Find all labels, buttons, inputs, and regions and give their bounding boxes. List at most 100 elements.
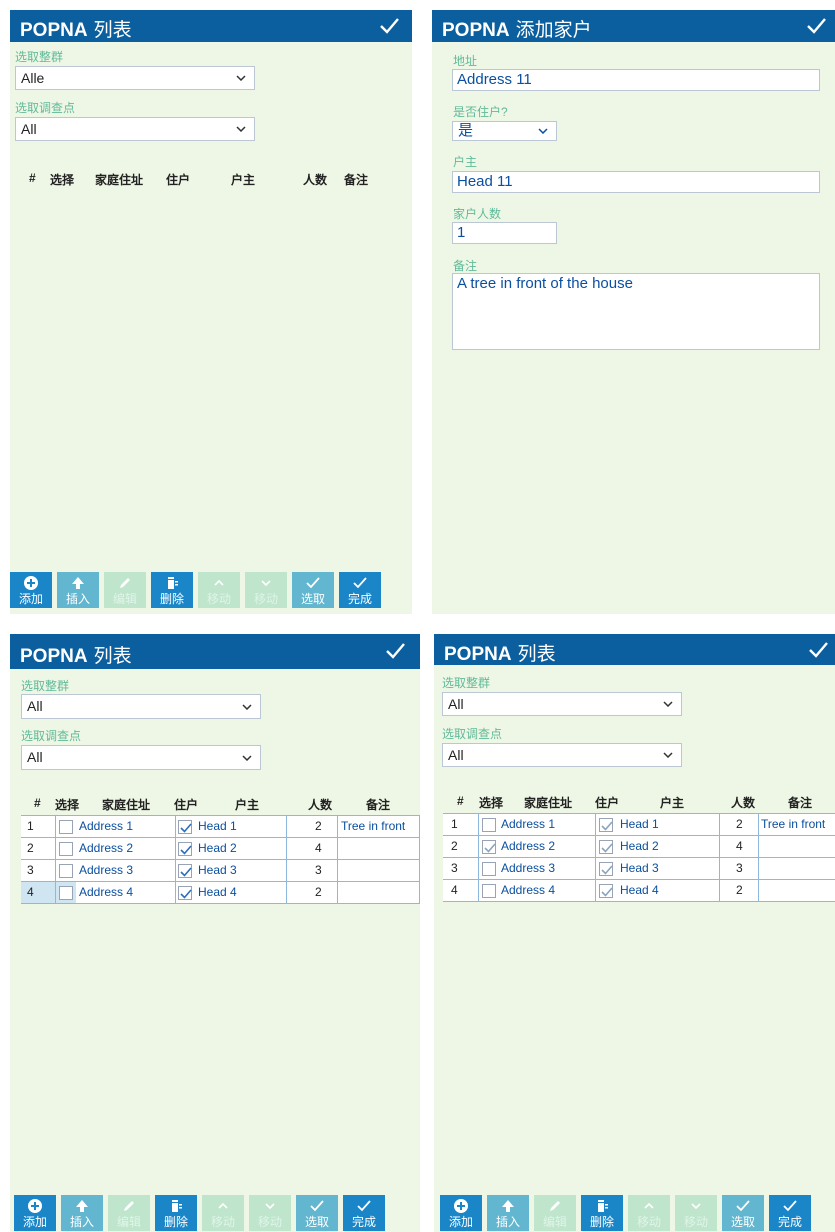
app-header: POPNA 列表 bbox=[10, 10, 412, 42]
resident-checkbox[interactable] bbox=[599, 862, 613, 876]
save-check-icon[interactable] bbox=[805, 15, 827, 37]
select-checkbox[interactable] bbox=[482, 884, 496, 898]
cluster-select-value: Alle bbox=[21, 70, 45, 86]
add-button-label: 添加 bbox=[22, 1215, 47, 1229]
page-title: POPNA 列表 bbox=[20, 20, 132, 41]
delete-button[interactable]: 删除 bbox=[581, 1195, 623, 1231]
confirm-check-icon[interactable] bbox=[378, 15, 400, 37]
select-checkbox[interactable] bbox=[59, 864, 73, 878]
col-select: 选择 bbox=[55, 798, 80, 812]
table-row[interactable]: 1 Address 1 Head 1 2 Tree in front bbox=[443, 814, 835, 836]
row-head: Head 4 bbox=[620, 883, 659, 897]
move-down-button-label: 移动 bbox=[683, 1215, 708, 1229]
move-up-button[interactable]: 移动 bbox=[628, 1195, 670, 1231]
add-button[interactable]: 添加 bbox=[440, 1195, 482, 1231]
resident-checkbox[interactable] bbox=[178, 820, 192, 834]
select-checkbox[interactable] bbox=[482, 818, 496, 832]
table-row[interactable]: 4 Address 4 Head 4 2 bbox=[21, 882, 420, 904]
table-row[interactable]: 2 Address 2 Head 2 4 bbox=[443, 836, 835, 858]
check-icon bbox=[339, 575, 381, 591]
select-checkbox[interactable] bbox=[59, 842, 73, 856]
row-number: 1 bbox=[27, 819, 34, 833]
chevron-up-icon bbox=[198, 575, 240, 591]
insert-button[interactable]: 插入 bbox=[57, 572, 99, 608]
chevron-down-icon bbox=[245, 575, 287, 591]
cluster-select[interactable]: Alle bbox=[15, 66, 255, 90]
edit-button[interactable]: 编辑 bbox=[108, 1195, 150, 1231]
edit-button[interactable]: 编辑 bbox=[534, 1195, 576, 1231]
note-textarea[interactable]: A tree in front of the house bbox=[452, 273, 820, 350]
delete-button[interactable]: 删除 bbox=[155, 1195, 197, 1231]
confirm-check-icon[interactable] bbox=[807, 639, 829, 661]
head-field[interactable]: Head 11 bbox=[452, 171, 820, 193]
select-checkbox[interactable] bbox=[482, 840, 496, 854]
survey-point-select[interactable]: All bbox=[21, 745, 261, 770]
select-checkbox[interactable] bbox=[59, 886, 73, 900]
table-row[interactable]: 3 Address 3 Head 3 3 bbox=[21, 860, 420, 882]
add-button[interactable]: 添加 bbox=[14, 1195, 56, 1231]
select-checkbox[interactable] bbox=[59, 820, 73, 834]
table-row[interactable]: 1 Address 1 Head 1 2 Tree in front bbox=[21, 816, 420, 838]
select-button[interactable]: 选取 bbox=[296, 1195, 338, 1231]
resident-checkbox[interactable] bbox=[599, 818, 613, 832]
list-screen-empty: POPNA 列表 选取整群 Alle 选取调查点 All # 选择 家庭住址 住户… bbox=[10, 10, 412, 614]
move-down-button[interactable]: 移动 bbox=[675, 1195, 717, 1231]
insert-button[interactable]: 插入 bbox=[61, 1195, 103, 1231]
move-down-button[interactable]: 移动 bbox=[245, 572, 287, 608]
done-button[interactable]: 完成 bbox=[343, 1195, 385, 1231]
done-button[interactable]: 完成 bbox=[769, 1195, 811, 1231]
col-note: 备注 bbox=[788, 796, 813, 810]
check-icon bbox=[296, 1198, 338, 1214]
table-row[interactable]: 2 Address 2 Head 2 4 bbox=[21, 838, 420, 860]
resident-checkbox[interactable] bbox=[599, 884, 613, 898]
delete-button[interactable]: 删除 bbox=[151, 572, 193, 608]
resident-select[interactable]: 是 bbox=[452, 121, 557, 141]
column-divider bbox=[758, 836, 759, 857]
select-checkbox[interactable] bbox=[482, 862, 496, 876]
survey-point-label: 选取调查点 bbox=[15, 101, 76, 115]
column-divider bbox=[55, 838, 56, 859]
row-address: Address 4 bbox=[79, 885, 134, 899]
household-size-field[interactable]: 1 bbox=[452, 222, 557, 244]
edit-button[interactable]: 编辑 bbox=[104, 572, 146, 608]
survey-point-select[interactable]: All bbox=[15, 117, 255, 141]
resident-checkbox[interactable] bbox=[599, 840, 613, 854]
add-button[interactable]: 添加 bbox=[10, 572, 52, 608]
column-divider bbox=[478, 880, 479, 901]
move-down-button[interactable]: 移动 bbox=[249, 1195, 291, 1231]
chevron-down-icon bbox=[249, 1198, 291, 1214]
move-up-button-label: 移动 bbox=[210, 1215, 235, 1229]
address-field[interactable]: Address 11 bbox=[452, 69, 820, 91]
resident-checkbox[interactable] bbox=[178, 886, 192, 900]
move-down-button-label: 移动 bbox=[257, 1215, 282, 1229]
row-head: Head 3 bbox=[620, 861, 659, 875]
row-address: Address 3 bbox=[501, 861, 556, 875]
table-row[interactable]: 4 Address 4 Head 4 2 bbox=[443, 880, 835, 902]
resident-checkbox[interactable] bbox=[178, 842, 192, 856]
survey-point-select[interactable]: All bbox=[442, 743, 682, 767]
row-number: 1 bbox=[451, 817, 458, 831]
move-up-button[interactable]: 移动 bbox=[202, 1195, 244, 1231]
row-head: Head 3 bbox=[198, 863, 237, 877]
col-head: 户主 bbox=[235, 798, 260, 812]
done-button[interactable]: 完成 bbox=[339, 572, 381, 608]
resident-checkbox[interactable] bbox=[178, 864, 192, 878]
move-up-button[interactable]: 移动 bbox=[198, 572, 240, 608]
app-header: POPNA 添加家户 bbox=[432, 10, 835, 42]
select-button[interactable]: 选取 bbox=[722, 1195, 764, 1231]
row-head: Head 4 bbox=[198, 885, 237, 899]
check-icon bbox=[343, 1198, 385, 1214]
column-divider bbox=[758, 814, 759, 835]
column-divider bbox=[175, 838, 176, 859]
row-count: 4 bbox=[315, 841, 322, 855]
cluster-select[interactable]: All bbox=[442, 692, 682, 716]
pencil-icon bbox=[534, 1198, 576, 1214]
select-button[interactable]: 选取 bbox=[292, 572, 334, 608]
chevron-up-icon bbox=[202, 1198, 244, 1214]
household-table: 1 Address 1 Head 1 2 Tree in front 2 Address 2… bbox=[443, 813, 835, 902]
table-row[interactable]: 3 Address 3 Head 3 3 bbox=[443, 858, 835, 880]
cluster-select[interactable]: All bbox=[21, 694, 261, 719]
confirm-check-icon[interactable] bbox=[384, 640, 406, 662]
check-icon bbox=[769, 1198, 811, 1214]
insert-button[interactable]: 插入 bbox=[487, 1195, 529, 1231]
